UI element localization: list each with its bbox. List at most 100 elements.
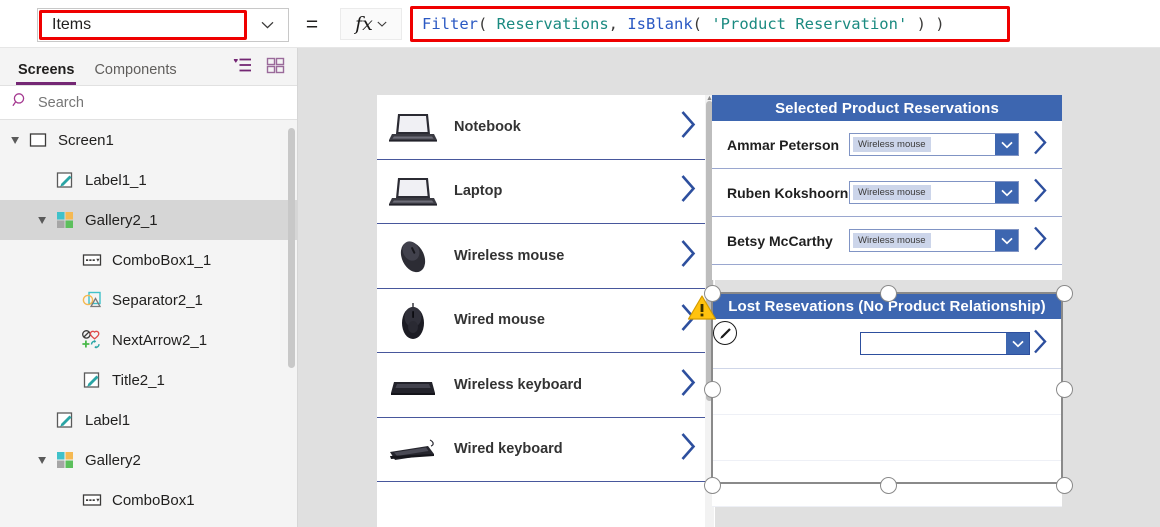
search-input[interactable]: Search [0, 85, 297, 120]
product-name: Wired mouse [454, 312, 545, 329]
formula-text: Filter( Reservations, IsBlank( 'Product … [422, 15, 945, 33]
product-gallery[interactable]: Notebook Laptop Wireless mouse Wired mouse W… [377, 95, 715, 527]
tree-item-combobox1[interactable]: ComboBox1 [0, 480, 297, 520]
reservation-product-combobox[interactable]: Wireless mouse [849, 181, 1019, 204]
label-icon [81, 369, 103, 391]
lost-reservation-row[interactable] [712, 319, 1062, 369]
reservation-person-name: Ruben Kokshoorn [727, 184, 849, 201]
property-dropdown-value[interactable]: Items [39, 10, 247, 40]
product-row[interactable]: Laptop [377, 160, 715, 224]
sidebar-view-toggle-group [233, 56, 285, 75]
chevron-down-icon[interactable] [1006, 333, 1029, 354]
tree-item-combobox1_1[interactable]: ComboBox1_1 [0, 240, 297, 280]
chevron-right-icon[interactable] [1033, 328, 1048, 359]
chevron-right-icon[interactable] [680, 367, 697, 402]
nextarrow-icon [81, 329, 103, 351]
thumbnail-view-icon[interactable] [266, 56, 285, 75]
lost-reservations-header: Lost Resevations (No Product Relationshi… [712, 293, 1062, 319]
screen-icon [27, 129, 49, 151]
chevron-down-icon[interactable] [995, 230, 1018, 251]
product-row[interactable]: Notebook [377, 95, 715, 160]
tree-item-screen1[interactable]: Screen1 [0, 120, 297, 160]
chevron-right-icon[interactable] [1033, 177, 1048, 208]
tree-item-label: Label1 [85, 411, 131, 429]
formula-token: , [608, 15, 628, 33]
product-row[interactable]: Wireless mouse [377, 224, 715, 289]
wired-mouse-photo [382, 297, 444, 343]
tree-item-label: ComboBox1_1 [112, 251, 212, 269]
tab-screens[interactable]: Screens [8, 62, 84, 85]
expand-collapse-icon[interactable] [37, 455, 48, 466]
formula-token: Filter [422, 15, 478, 33]
selected-reservations-gallery[interactable]: Selected Product Reservations Ammar Pete… [712, 95, 1062, 280]
product-row[interactable]: Wireless keyboard [377, 353, 715, 418]
warning-triangle-icon[interactable] [687, 294, 717, 326]
reservation-row[interactable]: Ruben Kokshoorn Wireless mouse [712, 169, 1062, 217]
product-gallery-rows: Notebook Laptop Wireless mouse Wired mouse W… [377, 95, 715, 482]
expand-collapse-icon[interactable] [10, 135, 21, 146]
chevron-down-icon[interactable] [995, 182, 1018, 203]
formula-token: Reservations [496, 15, 609, 33]
fx-label: fx [355, 13, 373, 35]
combobox-selected-chip: Wireless mouse [853, 233, 931, 248]
tree-item-label: Screen1 [58, 131, 114, 149]
formula-token: ( [478, 15, 497, 33]
formula-token: ) ) [907, 15, 945, 33]
tree-item-separator2_1[interactable]: Separator2_1 [0, 280, 297, 320]
reservation-product-combobox[interactable]: Wireless mouse [849, 133, 1019, 156]
gallery-icon [54, 449, 76, 471]
tree-item-gallery2_1[interactable]: Gallery2_1 [0, 200, 297, 240]
lost-reservations-gallery[interactable]: Lost Resevations (No Product Relationshi… [712, 293, 1062, 507]
lost-reservations-empty-rows [712, 369, 1062, 507]
tree-item-label: Gallery2 [85, 451, 141, 469]
edit-pencil-icon[interactable] [713, 321, 737, 345]
laptop-photo [382, 168, 444, 214]
left-sidebar: Screens Components Search Screen1 Label1… [0, 48, 298, 527]
reservation-product-combobox[interactable]: Wireless mouse [849, 229, 1019, 252]
product-name: Wired keyboard [454, 441, 563, 458]
lost-reservation-combobox[interactable] [860, 332, 1030, 355]
tree-view-icon[interactable] [233, 56, 252, 75]
tree-item-nextarrow2_1[interactable]: NextArrow2_1 [0, 320, 297, 360]
chevron-right-icon[interactable] [680, 238, 697, 273]
formula-token: IsBlank [627, 15, 693, 33]
tree-item-label: Separator2_1 [112, 291, 203, 309]
product-row[interactable]: Wired keyboard [377, 418, 715, 482]
chevron-down-icon[interactable] [995, 134, 1018, 155]
tree-item-label1_1[interactable]: Label1_1 [0, 160, 297, 200]
chevron-down-icon[interactable] [246, 9, 288, 41]
chevron-right-icon[interactable] [680, 109, 697, 144]
formula-input[interactable]: Filter( Reservations, IsBlank( 'Product … [410, 6, 1010, 42]
reservation-row[interactable]: Ammar Peterson Wireless mouse [712, 121, 1062, 169]
tree-item-gallery2[interactable]: Gallery2 [0, 440, 297, 480]
selected-reservations-header: Selected Product Reservations [712, 95, 1062, 121]
combobox-selected-chip: Wireless mouse [853, 137, 931, 152]
tab-components[interactable]: Components [84, 62, 186, 85]
fx-button[interactable]: fx [340, 8, 402, 40]
chevron-right-icon[interactable] [1033, 129, 1048, 160]
product-row[interactable]: Wired mouse [377, 289, 715, 353]
tree-item-title2_1[interactable]: Title2_1 [0, 360, 297, 400]
sidebar-scrollbar[interactable] [288, 128, 295, 473]
product-name: Wireless mouse [454, 247, 565, 264]
tree-item-label1[interactable]: Label1 [0, 400, 297, 440]
chevron-right-icon[interactable] [680, 174, 697, 209]
sidebar-scrollbar-thumb[interactable] [288, 128, 295, 368]
chevron-right-icon[interactable] [680, 432, 697, 467]
expand-collapse-icon[interactable] [37, 215, 48, 226]
lost-reservation-empty-row [712, 415, 1062, 461]
tree-item-label: NextArrow2_1 [112, 331, 208, 349]
chevron-right-icon[interactable] [1033, 225, 1048, 256]
property-dropdown[interactable]: Items [37, 8, 289, 42]
formula-bar: Items = fx Filter( Reservations, IsBlank… [0, 0, 1160, 48]
reservation-row[interactable]: Betsy McCarthy Wireless mouse [712, 217, 1062, 265]
chevron-down-icon [377, 18, 387, 30]
separator-icon [81, 289, 103, 311]
